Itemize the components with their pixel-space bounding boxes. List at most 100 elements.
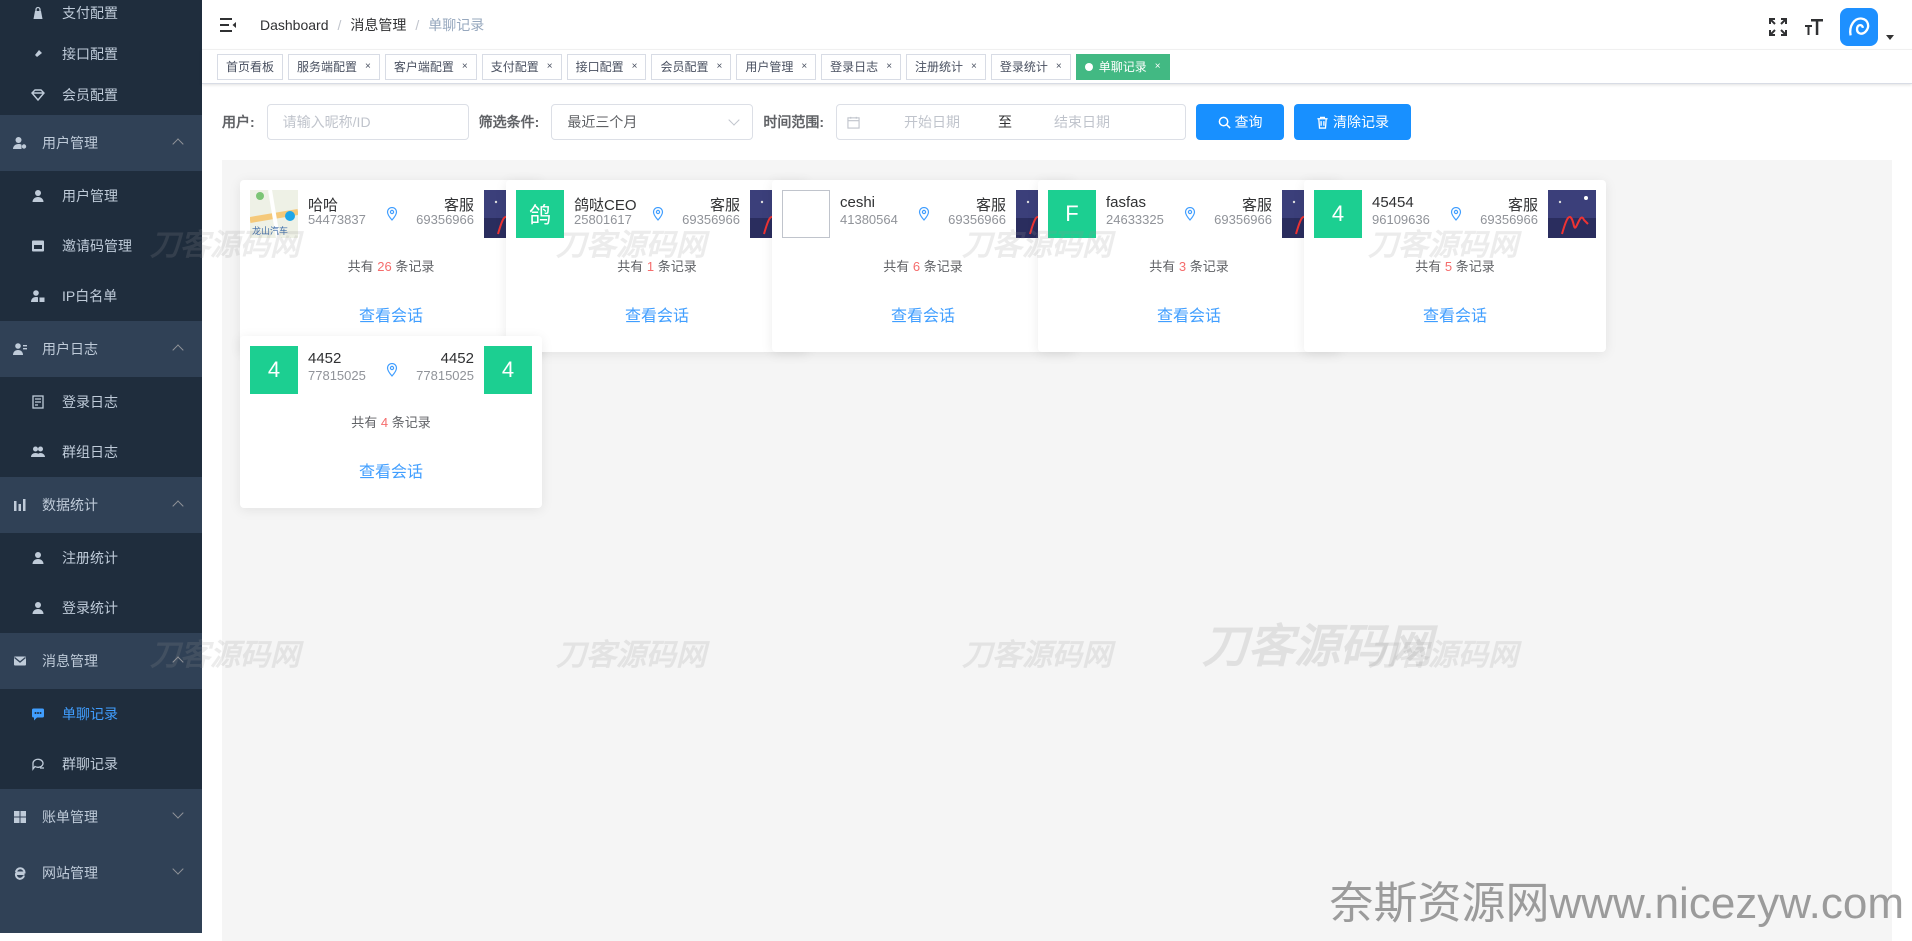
count-prefix: 共有	[347, 259, 374, 274]
record-count: 共有 26 条记录	[240, 256, 542, 275]
close-icon[interactable]: ×	[462, 55, 468, 79]
mail-icon	[12, 653, 28, 669]
tag-label: 单聊记录	[1098, 59, 1147, 74]
count-prefix: 共有	[1149, 259, 1176, 274]
view-session-link[interactable]: 查看会话	[506, 302, 808, 326]
tag-label: 注册统计	[915, 59, 964, 74]
sidebar-group[interactable]: 数据统计	[0, 477, 202, 533]
ie-icon	[12, 865, 28, 881]
count-number: 6	[912, 259, 921, 274]
tag-item[interactable]: 客户端配置 ×	[384, 53, 477, 80]
watermark: 刀客源码网	[962, 639, 1112, 672]
close-icon[interactable]: ×	[801, 55, 807, 79]
chat-card: 龙山汽车 哈哈 54473837 客服 69356966 共有 26 条记录 查…	[240, 180, 542, 352]
close-icon[interactable]: ×	[365, 55, 371, 79]
count-suffix: 条记录	[391, 415, 431, 430]
view-session-link[interactable]: 查看会话	[240, 458, 542, 482]
sidebar-item[interactable]: 会员配置	[0, 74, 202, 115]
tag-item[interactable]: 支付配置 ×	[481, 53, 562, 80]
close-icon[interactable]: ×	[547, 55, 553, 79]
user-avatar[interactable]	[1840, 8, 1878, 46]
tag-item[interactable]: 登录统计 ×	[990, 53, 1071, 80]
close-icon[interactable]: ×	[1155, 55, 1161, 79]
sidebar-item[interactable]: IP白名单	[0, 271, 202, 321]
sidebar-item[interactable]: 注册统计	[0, 533, 202, 583]
sidebar-item[interactable]: 用户管理	[0, 171, 202, 221]
view-session-link[interactable]: 查看会话	[1038, 302, 1340, 326]
sidebar-item[interactable]: 单聊记录	[0, 689, 202, 739]
close-icon[interactable]: ×	[1056, 55, 1062, 79]
sidebar-group-label: 数据统计	[42, 497, 98, 513]
sidebar-group[interactable]: 用户管理	[0, 115, 202, 171]
sidebar-group[interactable]: 消息管理	[0, 633, 202, 689]
view-session-link[interactable]: 查看会话	[1304, 302, 1606, 326]
hamburger-icon[interactable]	[220, 17, 236, 32]
close-icon[interactable]: ×	[971, 55, 977, 79]
avatar-letter: 鸽	[516, 190, 564, 238]
close-icon[interactable]: ×	[886, 55, 892, 79]
diamond-icon	[30, 87, 46, 103]
sidebar-group[interactable]: 网站管理	[0, 845, 202, 901]
avatar-letter: 4	[484, 346, 532, 394]
condition-select[interactable]: 最近三个月	[551, 104, 754, 140]
left-user-name: fasfas	[1106, 194, 1147, 211]
count-suffix: 条记录	[923, 259, 963, 274]
left-user-id: 24633325	[1106, 212, 1164, 227]
close-icon[interactable]: ×	[716, 55, 722, 79]
date-range-picker[interactable]: 开始日期 至 结束日期	[836, 104, 1187, 140]
tag-label: 客户端配置	[393, 59, 454, 74]
start-date-input[interactable]: 开始日期	[874, 112, 990, 132]
user-label: 用户:	[222, 114, 255, 130]
tag-label: 用户管理	[745, 59, 794, 74]
sidebar-item-label: 单聊记录	[62, 706, 118, 722]
tag-item[interactable]: 用户管理 ×	[736, 53, 817, 80]
filter-bar: 用户: 请输入昵称/ID 筛选条件: 最近三个月 时间范围: 开始日期 至 结束…	[222, 104, 1412, 140]
chat-icon	[30, 706, 46, 722]
bar-chart-icon	[12, 497, 28, 513]
location-pin-icon	[386, 363, 398, 377]
sidebar: 支付配置 接口配置 会员配置 用户管理 用户管理 邀请码管理 IP白名单 用户日…	[0, 0, 202, 933]
sidebar-item[interactable]: 登录统计	[0, 583, 202, 633]
user-search-input[interactable]: 请输入昵称/ID	[266, 104, 469, 140]
chevron-down-icon	[728, 114, 741, 126]
tag-item[interactable]: 服务端配置 ×	[288, 53, 380, 80]
sidebar-item-label: 邀请码管理	[62, 238, 132, 254]
font-size-icon[interactable]	[1804, 17, 1824, 37]
sidebar-group[interactable]: 用户日志	[0, 321, 202, 377]
count-suffix: 条记录	[657, 259, 697, 274]
caret-down-icon[interactable]	[1886, 34, 1894, 40]
right-user-id: 69356966	[948, 212, 1006, 227]
tag-item[interactable]: 会员配置 ×	[651, 53, 732, 80]
count-prefix: 共有	[883, 259, 910, 274]
left-user-name: 4452	[308, 350, 342, 367]
tag-item[interactable]: 接口配置 ×	[566, 53, 647, 80]
sidebar-item[interactable]: 登录日志	[0, 377, 202, 427]
tag-item[interactable]: 单聊记录 ×	[1075, 53, 1170, 80]
breadcrumb-dashboard[interactable]: Dashboard	[260, 17, 329, 33]
sidebar-item[interactable]: 邀请码管理	[0, 221, 202, 271]
tag-item[interactable]: 登录日志 ×	[821, 53, 902, 80]
active-dot-icon	[1084, 62, 1093, 71]
tag-label: 首页看板	[226, 59, 275, 74]
sidebar-group[interactable]: 账单管理	[0, 789, 202, 845]
navbar: Dashboard / 消息管理 / 单聊记录	[202, 0, 1912, 50]
sidebar-item[interactable]: 群组日志	[0, 427, 202, 477]
chat-card: F fasfas 24633325 客服 69356966 共有 3 条记录 查…	[1038, 180, 1340, 352]
sidebar-item[interactable]: 群聊记录	[0, 739, 202, 789]
sidebar-item[interactable]: 接口配置	[0, 33, 202, 74]
tag-item[interactable]: 注册统计 ×	[906, 53, 986, 80]
card-header: 龙山汽车 哈哈 54473837 客服 69356966	[250, 190, 532, 238]
fullscreen-icon[interactable]	[1768, 17, 1788, 37]
tags-view: 首页看板 服务端配置 × 客户端配置 × 支付配置 × 接口配置 × 会员配置 …	[202, 50, 1912, 84]
clear-records-button[interactable]: 清除记录	[1294, 104, 1412, 140]
view-session-link[interactable]: 查看会话	[240, 302, 542, 326]
sidebar-item[interactable]: 支付配置	[0, 0, 202, 33]
end-date-input[interactable]: 结束日期	[1020, 112, 1144, 132]
query-button[interactable]: 查询	[1196, 104, 1285, 140]
tag-item[interactable]: 首页看板	[217, 53, 284, 80]
count-suffix: 条记录	[1189, 259, 1229, 274]
close-icon[interactable]: ×	[632, 55, 638, 79]
breadcrumb-message-manage[interactable]: 消息管理	[350, 15, 406, 35]
view-session-link[interactable]: 查看会话	[772, 302, 1074, 326]
right-user-id: 69356966	[416, 212, 474, 227]
